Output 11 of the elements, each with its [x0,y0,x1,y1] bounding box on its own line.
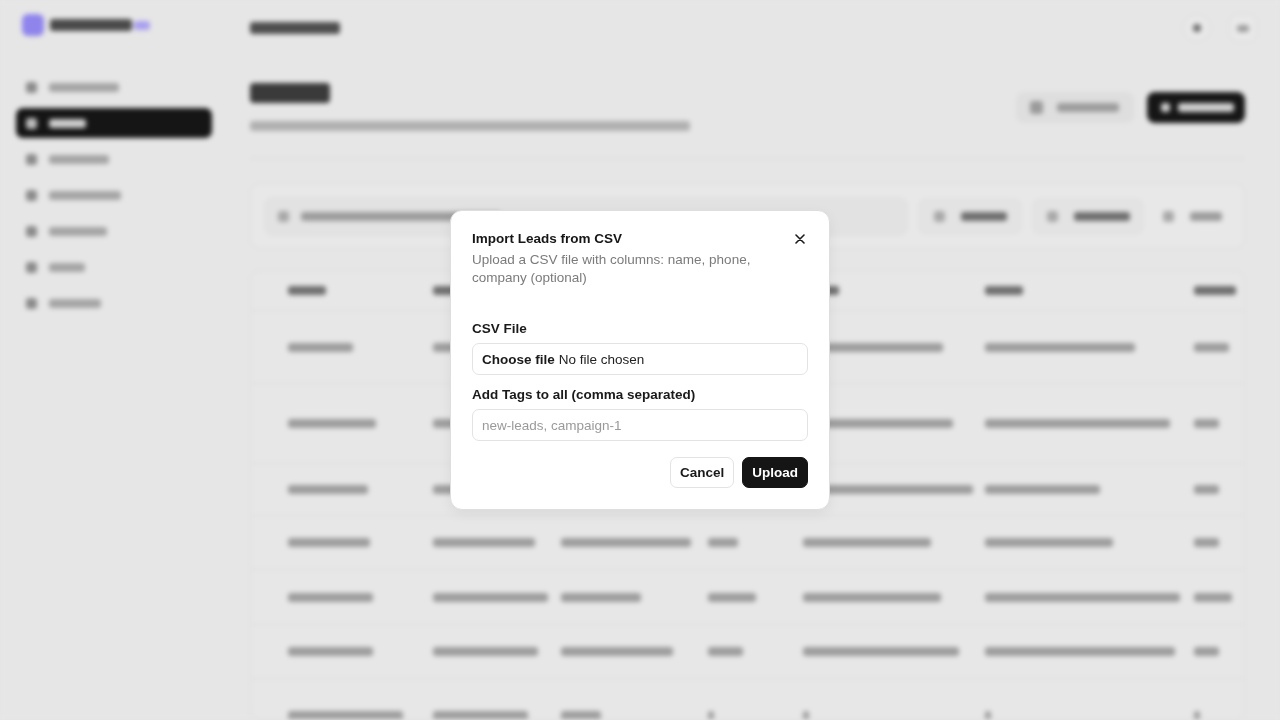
dialog-title: Import Leads from CSV [472,230,624,248]
file-status-text: No file chosen [558,351,645,367]
upload-button[interactable]: Upload [742,457,808,488]
choose-file-button[interactable]: Choose file [482,351,555,367]
field-label: CSV File [472,320,527,338]
file-input-field[interactable]: Choose file No file chosen [472,343,808,375]
cancel-button[interactable]: Cancel [669,457,735,488]
tags-input-field[interactable]: new-leads, campaign-1 [472,409,808,441]
close-icon [795,234,805,244]
field-label: Add Tags to all (comma separated) [472,386,696,404]
dialog-description: Upload a CSV file with columns: name, phone, company (optional) [472,251,752,287]
